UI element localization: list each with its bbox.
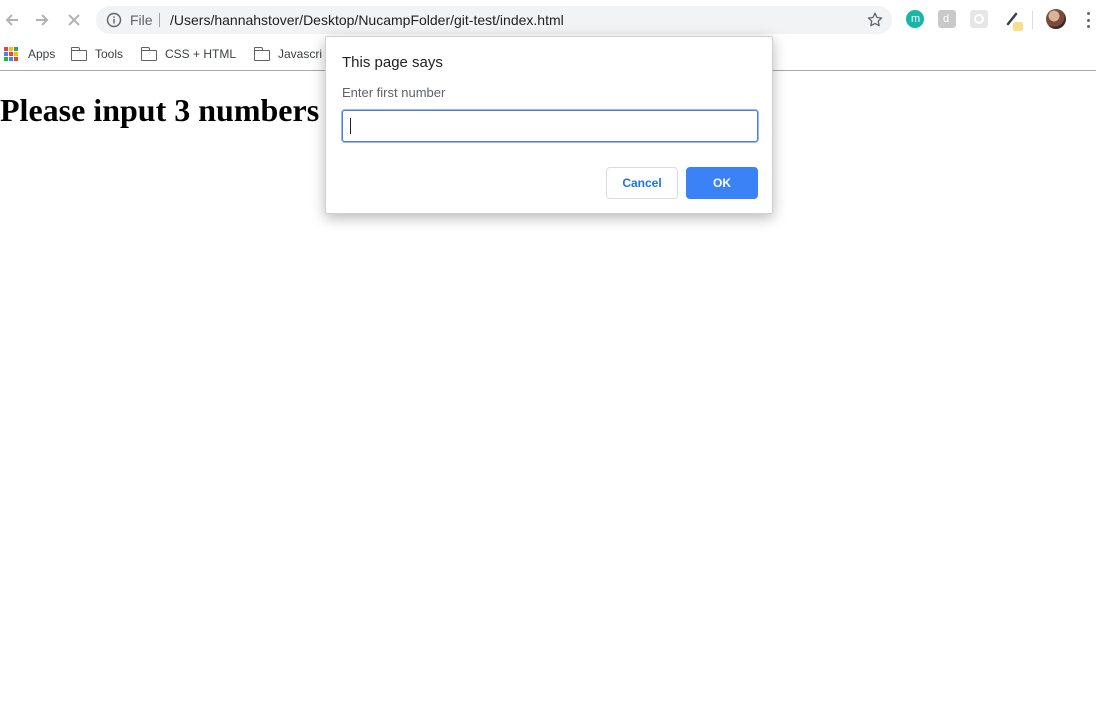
info-icon[interactable] bbox=[106, 12, 122, 28]
back-button[interactable] bbox=[0, 8, 24, 32]
arrow-left-icon bbox=[5, 14, 18, 26]
bookmark-folder-css-html[interactable]: CSS + HTML bbox=[141, 44, 236, 64]
folder-icon bbox=[141, 47, 157, 61]
stop-loading-button[interactable] bbox=[62, 8, 86, 32]
cancel-button[interactable]: Cancel bbox=[606, 167, 678, 199]
bookmark-label: Apps bbox=[28, 47, 56, 61]
apps-grid-icon bbox=[4, 47, 18, 61]
gear-icon bbox=[974, 14, 984, 24]
toolbar-divider bbox=[1032, 11, 1033, 29]
prompt-input[interactable] bbox=[342, 110, 758, 142]
extension-d-icon[interactable]: d bbox=[938, 10, 956, 28]
bookmark-label: Tools bbox=[95, 47, 124, 61]
prompt-dialog: This page says Enter first number Cancel… bbox=[325, 36, 773, 214]
dialog-title: This page says bbox=[342, 54, 443, 71]
dialog-message: Enter first number bbox=[342, 85, 446, 100]
close-icon bbox=[68, 14, 80, 26]
folder-icon bbox=[71, 47, 87, 61]
ok-button[interactable]: OK bbox=[686, 167, 758, 199]
url-text[interactable]: /Users/hannahstover/Desktop/NucampFolder… bbox=[170, 12, 564, 28]
extension-gear-icon[interactable] bbox=[970, 10, 988, 28]
menu-dot bbox=[1086, 18, 1090, 22]
bookmark-folder-tools[interactable]: Tools bbox=[71, 44, 123, 64]
bookmark-label: CSS + HTML bbox=[165, 47, 237, 61]
bookmark-apps[interactable]: Apps bbox=[4, 44, 55, 64]
forward-button[interactable] bbox=[30, 8, 54, 32]
eyedropper-icon bbox=[1006, 12, 1023, 31]
star-icon[interactable] bbox=[866, 11, 884, 29]
extension-m-icon[interactable]: m bbox=[906, 10, 924, 28]
menu-dot bbox=[1086, 25, 1090, 28]
page-heading: Please input 3 numbers bbox=[0, 92, 320, 128]
extension-eyedropper-icon[interactable] bbox=[1004, 10, 1023, 31]
text-caret bbox=[350, 118, 351, 134]
more-menu-button[interactable] bbox=[1082, 10, 1094, 30]
url-separator bbox=[159, 13, 160, 27]
profile-avatar[interactable] bbox=[1046, 9, 1066, 29]
arrow-right-icon bbox=[36, 14, 49, 26]
address-bar[interactable]: File /Users/hannahstover/Desktop/NucampF… bbox=[96, 6, 892, 34]
url-scheme-label: File bbox=[130, 12, 153, 28]
browser-toolbar: File /Users/hannahstover/Desktop/NucampF… bbox=[0, 0, 1096, 40]
folder-icon bbox=[254, 47, 270, 61]
bookmark-label: Javascri bbox=[278, 47, 323, 61]
menu-dot bbox=[1086, 12, 1090, 15]
bookmark-folder-javascript[interactable]: Javascri bbox=[254, 44, 322, 64]
